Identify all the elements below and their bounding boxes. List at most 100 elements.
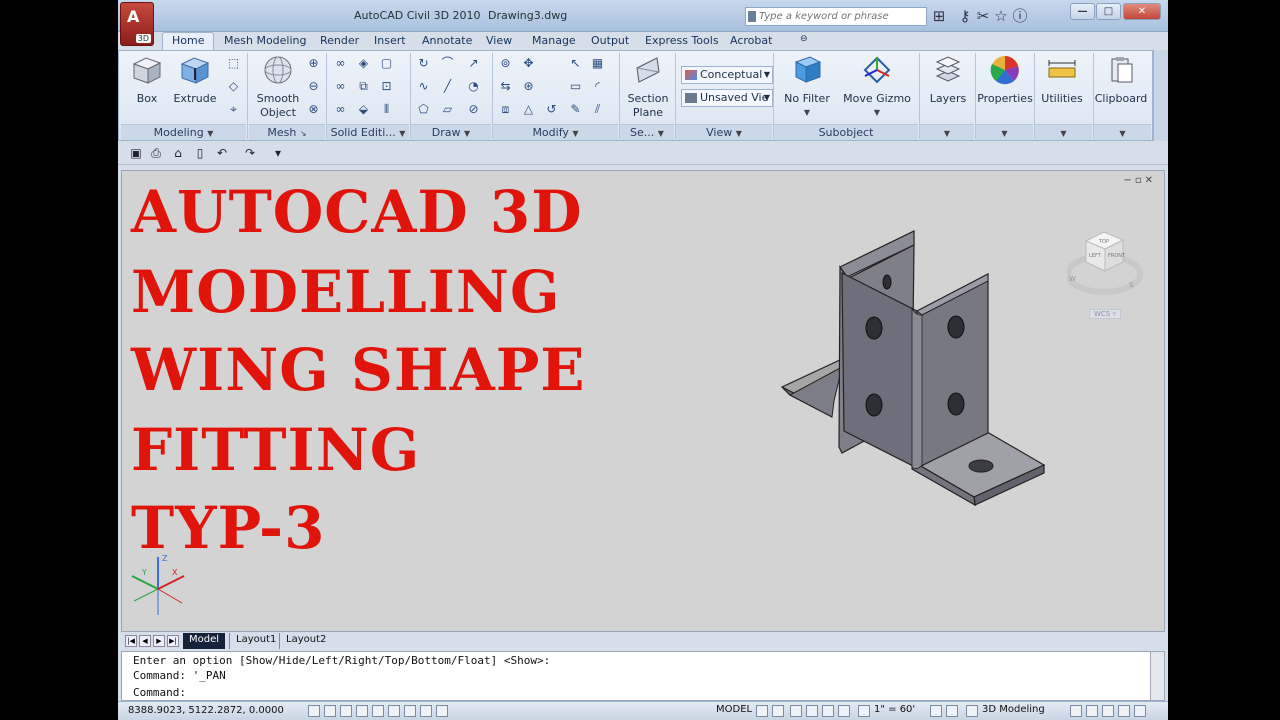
3d-scale-icon[interactable]: ⧈ [497,101,514,118]
extrude-faces-icon[interactable]: ⫴ [378,101,395,118]
presspull-icon[interactable]: ⬚ [225,55,242,72]
helix-icon[interactable]: ↻ [415,55,432,72]
customize-toolbar-icon[interactable]: ▾ [270,145,286,161]
save-icon[interactable]: ▣ [128,145,144,161]
previous-layout-icon[interactable]: ◀ [139,635,151,647]
maximize-button[interactable]: □ [1096,3,1121,20]
workspace-switching-icon[interactable] [966,705,978,717]
modeling-panel-title[interactable]: Modeling ▼ [121,124,246,140]
open-folder-icon[interactable]: ⌂ [170,145,186,161]
arc-icon[interactable]: ⌒ [439,55,456,72]
layers-button[interactable]: Layers [925,54,971,106]
trim-icon[interactable]: ▭ [567,78,584,95]
tab-render[interactable]: Render [320,34,359,50]
pan-icon[interactable] [790,705,802,717]
layout-tab-layout2[interactable]: Layout2 [279,633,332,649]
last-layout-icon[interactable]: ▶| [167,635,179,647]
separate-icon[interactable]: ◈ [355,55,372,72]
line-icon[interactable]: ╱ [439,78,456,95]
application-menu-button[interactable]: A 3D [120,2,154,46]
clipboard-panel-title[interactable]: ▼ [1094,124,1151,140]
object-snap-icon[interactable] [372,705,384,717]
annotation-scale-value[interactable]: 1" = 60' [874,704,915,715]
pan-move-icon[interactable]: ✥ [520,55,537,72]
chamfer-icon[interactable]: ◜ [589,78,606,95]
tab-view[interactable]: View [486,34,512,50]
first-layout-icon[interactable]: |◀ [125,635,137,647]
section-panel-title[interactable]: Se... ▼ [620,124,674,140]
ribbon-minimize-icon[interactable]: ⊖ [800,34,808,50]
rectangle-icon[interactable]: ▱ [439,101,456,118]
new-document-icon[interactable]: ▯ [192,145,208,161]
close-button[interactable]: ✕ [1123,3,1161,20]
3d-rotate-icon[interactable]: ⊛ [520,78,537,95]
3d-object-snap-icon[interactable] [388,705,400,717]
fillet-icon[interactable]: ↖ [567,55,584,72]
hardware-acceleration-icon[interactable] [1086,705,1098,717]
view-panel-title[interactable]: View ▼ [676,124,772,140]
tab-acrobat[interactable]: Acrobat [730,34,772,50]
binoculars-icon[interactable]: ⊞ [930,7,948,25]
tab-manage[interactable]: Manage [532,34,576,50]
search-input[interactable] [759,9,924,24]
erase-icon[interactable]: ✎ [567,101,584,118]
layers-panel-title[interactable]: ▼ [920,124,974,140]
slice-icon[interactable]: ⧉ [355,78,372,95]
steering-wheel-icon[interactable] [822,705,834,717]
modify-panel-title[interactable]: Modify ▼ [493,124,618,140]
model-space-toggle[interactable]: MODEL [716,704,752,715]
named-view-dropdown[interactable]: Unsaved Vie ▼ [681,89,773,107]
annotation-autoscale-icon[interactable] [946,705,958,717]
ribbon-scrollbar[interactable] [1153,50,1168,141]
annotation-visibility-icon[interactable] [930,705,942,717]
zoom-icon[interactable] [806,705,818,717]
status-bar-menu-icon[interactable] [1118,705,1130,717]
wcs-menu[interactable]: WCS ▿ [1089,309,1122,319]
tab-annotate[interactable]: Annotate [422,34,472,50]
grid-display-icon[interactable] [324,705,336,717]
toolbar-lock-icon[interactable] [1070,705,1082,717]
extrude-button[interactable]: Extrude [173,54,217,106]
minimize-button[interactable]: — [1070,3,1095,20]
search-box[interactable] [745,7,927,26]
spline-icon[interactable]: ∿ [415,78,432,95]
utilities-button[interactable]: Utilities [1038,54,1086,106]
subobject-panel-title[interactable]: Subobject [774,124,918,140]
annotation-scale-icon[interactable] [858,705,870,717]
isolate-objects-icon[interactable] [1102,705,1114,717]
smooth-object-button[interactable]: Smooth Object [253,54,303,120]
ellipse-icon[interactable]: ⊘ [465,101,482,118]
subtract-icon[interactable]: ∞ [332,78,349,95]
help-icon[interactable]: ⓘ [1011,7,1029,25]
layout-tab-layout1[interactable]: Layout1 [229,633,282,649]
workspace-value[interactable]: 3D Modeling [982,704,1045,715]
polygon-icon[interactable]: ⬠ [415,101,432,118]
clean-screen-icon[interactable] [1134,705,1146,717]
plot-icon[interactable]: ⎙ [148,145,164,161]
redo-dropdown-icon[interactable]: ↷ [242,145,258,161]
box-button[interactable]: Box [128,54,166,106]
tab-mesh-modeling[interactable]: Mesh Modeling [224,34,307,50]
tab-insert[interactable]: Insert [374,34,406,50]
wrench-icon[interactable]: ✂ [974,7,992,25]
mesh-panel-title[interactable]: Mesh ↘ [249,124,325,140]
solid-editing-panel-title[interactable]: Solid Editi... ▼ [327,124,409,140]
visual-style-dropdown[interactable]: Conceptual ▼ [681,66,773,84]
taper-faces-icon[interactable]: ⬙ [355,101,372,118]
next-layout-icon[interactable]: ▶ [153,635,165,647]
favorites-star-icon[interactable]: ☆ [992,7,1010,25]
tab-home[interactable]: Home [162,32,215,50]
extract-edges-icon[interactable]: ⊡ [378,78,395,95]
mirror-icon[interactable]: ⇆ [497,78,514,95]
viewcube-widget[interactable]: TOP LEFT FRONT W S [1067,226,1147,316]
drawing-viewport[interactable]: −▫✕ AUTOCAD 3D MODELLING WING SHAPE FITT… [121,170,1165,632]
3d-move-icon[interactable]: ⊚ [497,55,514,72]
ucs-3d-icon[interactable]: ⌖ [225,101,242,118]
layout-tab-model[interactable]: Model [183,633,226,649]
smooth-less-icon[interactable]: ⊖ [305,78,322,95]
eraser-icon[interactable]: ◇ [225,78,242,95]
rotate-icon[interactable]: ↺ [543,101,560,118]
ortho-mode-icon[interactable] [340,705,352,717]
utilities-panel-title[interactable]: ▼ [1035,124,1092,140]
snap-mode-icon[interactable] [308,705,320,717]
